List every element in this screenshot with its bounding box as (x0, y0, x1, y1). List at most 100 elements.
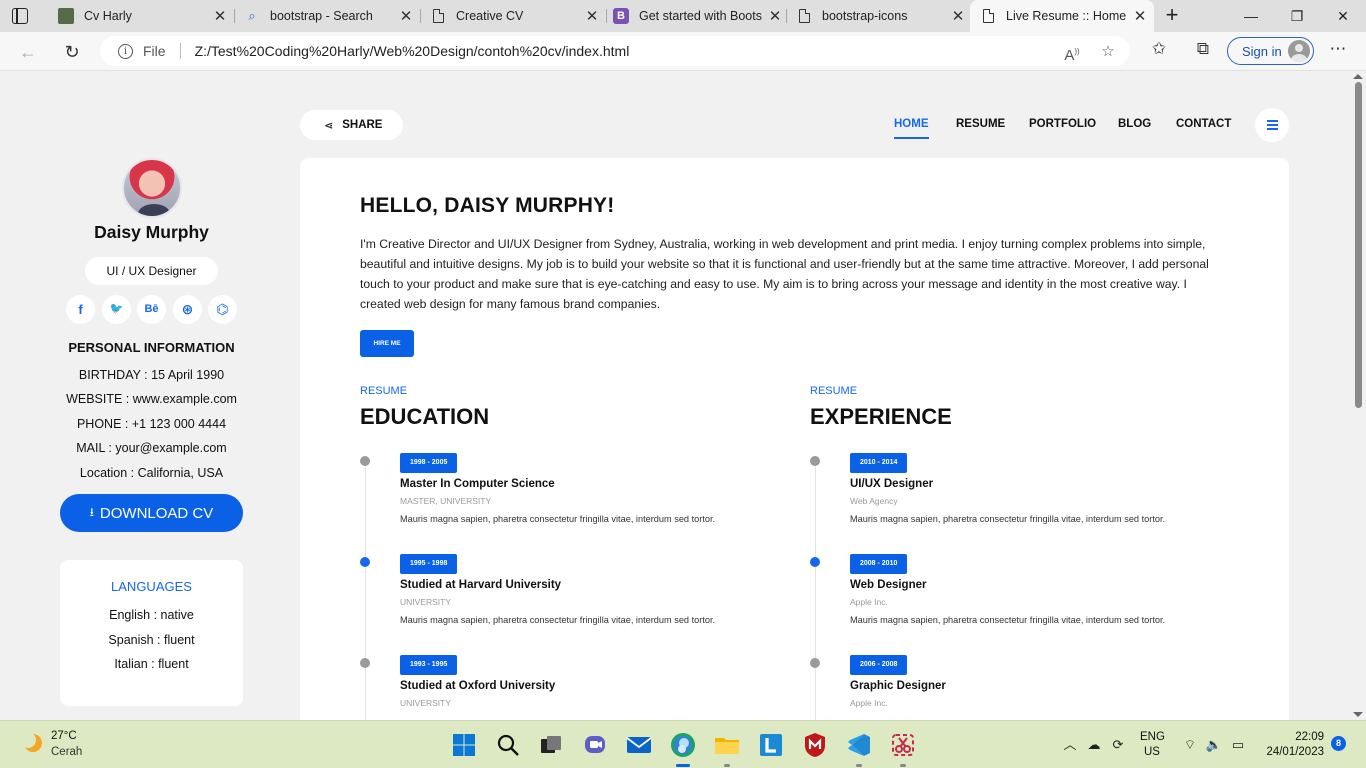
nav-home[interactable]: HOME (894, 118, 929, 139)
timeline-item: 2010 - 2014 UI/UX Designer Web Agency Ma… (810, 453, 1250, 552)
close-tab-icon[interactable]: ✕ (396, 7, 416, 25)
download-cv-button[interactable]: ⭳ DOWNLOAD CV (60, 494, 243, 532)
task-view-icon[interactable] (535, 729, 567, 761)
page-title: HELLO, DAISY MURPHY! (360, 194, 615, 217)
year-badge: 2008 - 2010 (850, 554, 908, 574)
menu-icon[interactable] (1255, 108, 1289, 142)
nav-blog[interactable]: BLOG (1118, 118, 1151, 130)
intro-paragraph: I'm Creative Director and UI/UX Designer… (360, 237, 1209, 311)
wifi-icon[interactable]: ⌔ (1180, 735, 1200, 755)
facebook-icon[interactable]: f (66, 295, 95, 324)
app-l-icon[interactable] (755, 729, 787, 761)
experience-title: EXPERIENCE (810, 404, 952, 429)
url-separator (179, 43, 181, 59)
minimize-icon[interactable]: — (1228, 0, 1274, 32)
tab-creative-cv[interactable]: Creative CV ✕ (420, 0, 606, 32)
back-icon[interactable]: ← (14, 38, 42, 66)
tab-cv-harly[interactable]: Cv Harly ✕ (48, 0, 234, 32)
github-icon[interactable]: ⌬ (208, 295, 237, 324)
sign-in-button[interactable]: Sign in (1227, 37, 1314, 65)
dribbble-icon[interactable]: ⊛ (173, 295, 202, 324)
close-tab-icon[interactable]: ✕ (210, 7, 230, 25)
notification-badge[interactable]: 8 (1331, 736, 1346, 751)
onedrive-icon[interactable]: ☁ (1084, 735, 1104, 755)
close-tab-icon[interactable]: ✕ (582, 7, 602, 25)
timeline-item-subtitle: UNIVERSITY (400, 698, 452, 708)
mail-icon[interactable] (623, 729, 655, 761)
close-tab-icon[interactable]: ✕ (1130, 7, 1150, 25)
year-badge: 2010 - 2014 (850, 453, 908, 473)
read-aloud-icon[interactable]: A)) (1062, 42, 1082, 64)
snipping-tool-icon[interactable] (887, 729, 919, 767)
timeline-dot (360, 557, 370, 567)
timeline-item-subtitle: UNIVERSITY (400, 597, 452, 607)
timeline-item: 1993 - 1995 Studied at Oxford University… (360, 655, 800, 720)
timeline-dot (360, 658, 370, 668)
clock[interactable]: 22:09 24/01/2023 (1252, 730, 1324, 760)
tab-live-resume-home[interactable]: Live Resume :: Home ✕ (970, 0, 1154, 32)
nav-portfolio[interactable]: PORTFOLIO (1029, 118, 1096, 130)
close-window-icon[interactable]: ✕ (1320, 0, 1366, 32)
timeline-item-description: Mauris magna sapien, pharetra consectetu… (400, 514, 716, 524)
tab-bootstrap-search[interactable]: ⌕ bootstrap - Search ✕ (234, 0, 420, 32)
taskbar: 27°C Cerah ︿ ☁ ⟳ ENG US ⌔ 🔈 ▭ 22:09 24/0… (0, 720, 1366, 768)
personal-info-title: PERSONAL INFORMATION (68, 340, 235, 355)
info-icon[interactable]: i (118, 43, 133, 59)
twitter-icon[interactable]: 🐦 (102, 295, 131, 324)
url-text[interactable]: Z:/Test%20Coding%20Harly/Web%20Design/co… (195, 43, 630, 59)
timeline-item: 1995 - 1998 Studied at Harvard Universit… (360, 554, 800, 653)
share-button[interactable]: ⋖ SHARE (300, 110, 403, 140)
scroll-up-icon[interactable] (1353, 74, 1363, 79)
page-scrollbar[interactable] (1350, 72, 1366, 720)
tab-actions-icon[interactable] (12, 8, 28, 24)
weather-temperature[interactable]: 27°C (51, 730, 77, 742)
favorites-icon[interactable]: ✩ (1148, 38, 1170, 60)
collections-icon[interactable]: ⧉ (1192, 38, 1214, 60)
chevron-up-icon[interactable]: ︿ (1060, 735, 1080, 755)
tab-get-started-bootstrap[interactable]: B Get started with Boots ✕ (603, 0, 789, 32)
nav-resume[interactable]: RESUME (956, 118, 1005, 130)
profile-name: Daisy Murphy (94, 222, 209, 242)
mcafee-icon[interactable] (799, 729, 831, 761)
mail-line: MAIL : your@example.com (76, 441, 227, 455)
restore-icon[interactable]: ❐ (1274, 0, 1320, 32)
year-badge: 1993 - 1995 (400, 655, 458, 675)
more-options-icon[interactable]: ⋯ (1327, 38, 1349, 60)
scroll-down-icon[interactable] (1353, 712, 1363, 717)
close-tab-icon[interactable]: ✕ (948, 7, 968, 25)
experience-timeline: 2010 - 2014 UI/UX Designer Web Agency Ma… (810, 453, 1250, 720)
phone-line: PHONE : +1 123 000 4444 (76, 417, 227, 431)
new-tab-icon[interactable]: + (1160, 4, 1184, 28)
edge-browser-icon[interactable] (667, 729, 699, 767)
weather-condition[interactable]: Cerah (51, 746, 82, 758)
language-indicator[interactable]: ENG US (1140, 730, 1165, 760)
languages-card: LANGUAGES English : native Spanish : flu… (60, 560, 243, 706)
chat-icon[interactable] (579, 729, 611, 761)
refresh-icon[interactable]: ↻ (58, 38, 86, 66)
timeline-item-subtitle: Apple Inc. (850, 698, 888, 708)
file-explorer-icon[interactable] (711, 729, 743, 767)
battery-icon[interactable]: ▭ (1228, 735, 1248, 755)
vscode-icon[interactable] (843, 729, 875, 767)
weather-icon[interactable] (18, 732, 42, 756)
add-favorite-icon[interactable]: ☆ (1098, 42, 1118, 62)
volume-icon[interactable]: 🔈 (1204, 735, 1224, 755)
close-tab-icon[interactable]: ✕ (765, 7, 785, 25)
clock-time: 22:09 (1295, 731, 1324, 743)
document-favicon-icon (430, 8, 446, 24)
nav-contact[interactable]: CONTACT (1176, 118, 1231, 130)
timeline-item-title: Studied at Oxford University (400, 680, 556, 692)
start-icon[interactable] (448, 729, 480, 761)
behance-icon[interactable]: Bē (137, 295, 166, 324)
timeline-item-subtitle: Web Agency (850, 496, 898, 506)
tab-bootstrap-icons[interactable]: bootstrap-icons ✕ (786, 0, 972, 32)
sync-icon[interactable]: ⟳ (1108, 735, 1128, 755)
scrollbar-thumb[interactable] (1355, 82, 1362, 408)
address-bar: ← ↻ i File Z:/Test%20Coding%20Harly/Web%… (0, 32, 1366, 71)
url-field[interactable]: i File Z:/Test%20Coding%20Harly/Web%20De… (100, 36, 1130, 66)
hire-me-button[interactable]: HIRE ME (360, 330, 414, 357)
birthday-line: BIRTHDAY : 15 April 1990 (78, 368, 225, 382)
timeline-item-description: Mauris magna sapien, pharetra consectetu… (400, 615, 716, 625)
timeline-item-subtitle: MASTER, UNIVERSITY (400, 496, 492, 506)
search-icon[interactable] (492, 729, 524, 761)
